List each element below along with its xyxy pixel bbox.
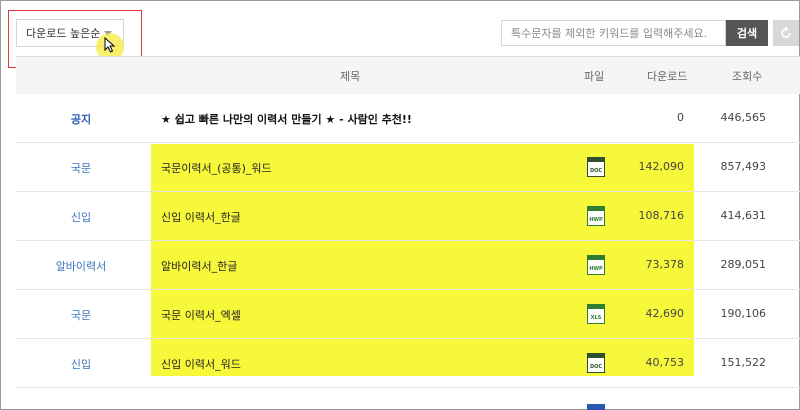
file-icon: [587, 404, 605, 410]
hwp-file-icon[interactable]: HWP: [587, 255, 605, 275]
refresh-icon: [781, 26, 791, 38]
row-downloads: 73,378: [645, 258, 685, 271]
header-views: 조회수: [732, 70, 763, 83]
row-category[interactable]: 국문: [16, 160, 146, 176]
row-downloads: 42,690: [645, 307, 685, 320]
row-title[interactable]: 국문이력서_(공통)_워드: [161, 160, 272, 176]
row-views: 857,493: [720, 160, 767, 173]
row-title[interactable]: 신입 이력서_워드: [161, 356, 241, 372]
row-views: 446,565: [720, 111, 767, 124]
table-row[interactable]: 국문 국문이력서_(공통)_워드 DOC 142,090 857,493: [16, 143, 800, 192]
row-downloads: 0: [677, 111, 684, 124]
doc-file-icon[interactable]: DOC: [587, 353, 605, 373]
row-title[interactable]: ★ 쉽고 빠른 나만의 이력서 만들기 ★ - 사람인 추천!!: [161, 111, 412, 127]
row-views: 414,631: [720, 209, 767, 222]
table-row[interactable]: 신입 신입 이력서_워드 DOC 40,753 151,522: [16, 339, 800, 388]
header-title: 제목: [340, 70, 361, 83]
row-title[interactable]: 신입 이력서_한글: [161, 209, 241, 225]
row-downloads: 142,090: [638, 160, 685, 173]
row-views: 289,051: [720, 258, 767, 271]
row-category[interactable]: 공지: [16, 111, 146, 127]
table-row[interactable]: 공지 ★ 쉽고 빠른 나만의 이력서 만들기 ★ - 사람인 추천!! 0 44…: [16, 94, 800, 143]
refresh-button[interactable]: [773, 20, 799, 46]
row-downloads: 40,753: [645, 356, 685, 369]
table-row[interactable]: 신입 신입 이력서_한글 HWP 108,716 414,631: [16, 192, 800, 241]
row-title[interactable]: 국문 이력서_엑셀: [161, 307, 241, 323]
row-views: 151,522: [720, 356, 767, 369]
table-header: 제목 파일 다운로드 조회수: [16, 56, 800, 94]
row-category[interactable]: 국문: [16, 307, 146, 323]
table-row[interactable]: 알바이력서 알바이력서_한글 HWP 73,378 289,051: [16, 241, 800, 290]
row-downloads: 108,716: [638, 209, 685, 222]
header-downloads: 다운로드: [647, 70, 688, 83]
hwp-file-icon[interactable]: HWP: [587, 206, 605, 226]
row-views: 190,106: [720, 307, 767, 320]
search-input[interactable]: [501, 20, 726, 46]
search-button[interactable]: 검색: [726, 20, 768, 46]
mouse-cursor-icon: [104, 37, 116, 53]
row-category[interactable]: 알바이력서: [16, 258, 146, 274]
table-row[interactable]: 국문 국문 이력서_엑셀 XLS 42,690 190,106: [16, 290, 800, 339]
row-category[interactable]: 신입: [16, 209, 146, 225]
xls-file-icon[interactable]: XLS: [587, 304, 605, 324]
row-category[interactable]: 신입: [16, 356, 146, 372]
table-row-partial: [16, 388, 800, 410]
header-file: 파일: [584, 70, 605, 83]
doc-file-icon[interactable]: DOC: [587, 157, 605, 177]
row-title[interactable]: 알바이력서_한글: [161, 258, 237, 274]
